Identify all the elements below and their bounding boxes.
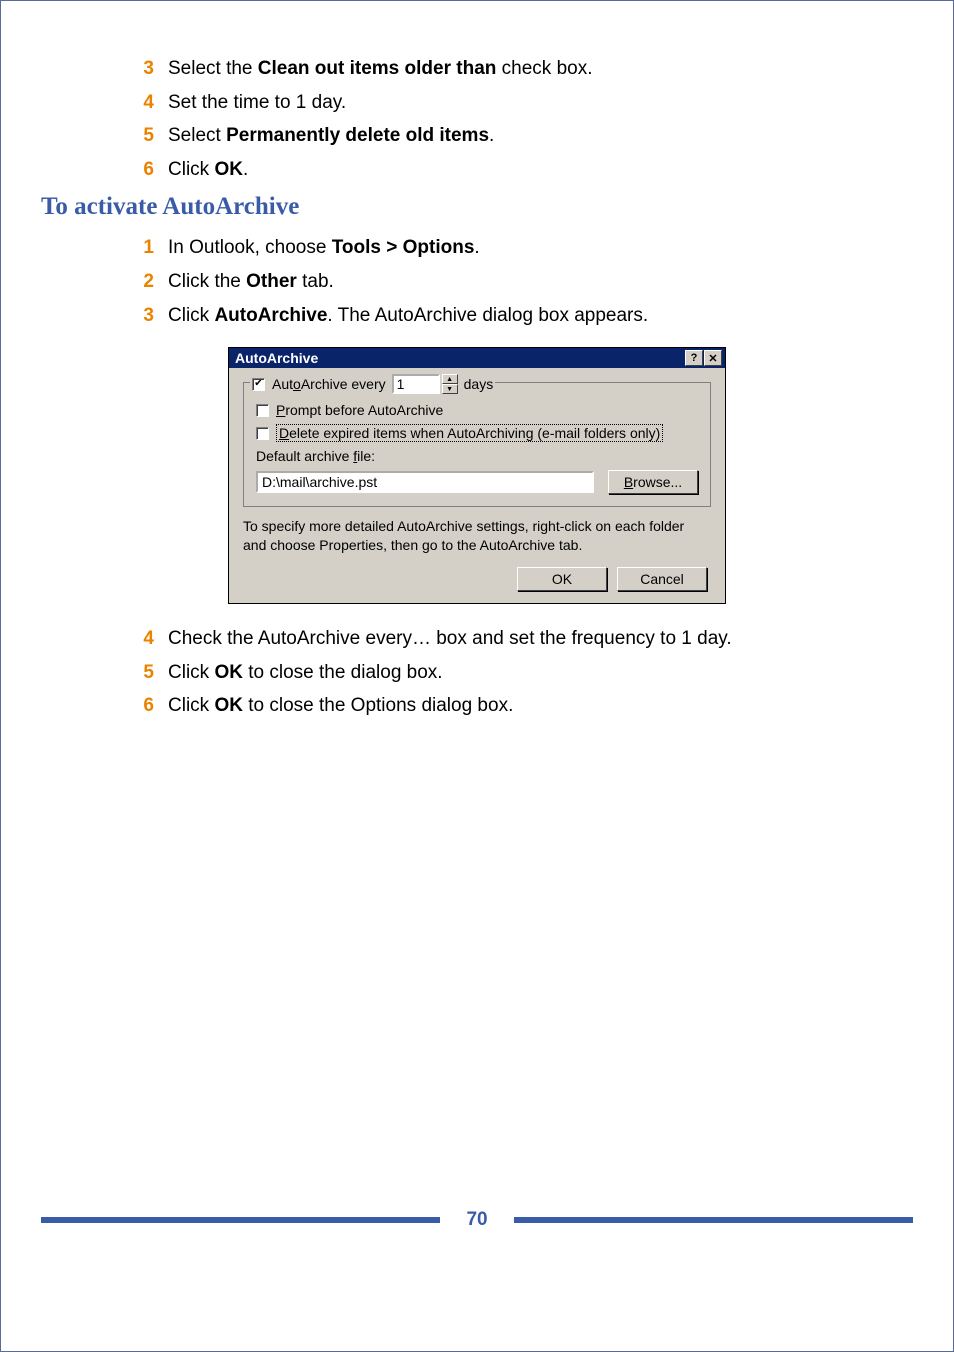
step-text: Select Permanently delete old items. — [168, 123, 494, 150]
step-line: 2 Click the Other tab. — [126, 269, 913, 296]
footer-bar-right — [514, 1217, 913, 1223]
dialog-hint: To specify more detailed AutoArchive set… — [243, 517, 711, 555]
prompt-checkbox[interactable] — [256, 404, 269, 417]
step-number: 3 — [126, 56, 154, 83]
step-text: Click AutoArchive. The AutoArchive dialo… — [168, 303, 648, 330]
ok-button[interactable]: OK — [517, 567, 607, 591]
days-label: days — [464, 376, 494, 392]
step-number: 6 — [126, 157, 154, 184]
days-input[interactable] — [392, 374, 440, 394]
step-number: 1 — [126, 235, 154, 262]
step-number: 3 — [126, 303, 154, 330]
step-line: 3 Select the Clean out items older than … — [126, 56, 913, 83]
step-text: In Outlook, choose Tools > Options. — [168, 235, 480, 262]
footer-bar-left — [41, 1217, 440, 1223]
step-text: Select the Clean out items older than ch… — [168, 56, 592, 83]
step-text: Set the time to 1 day. — [168, 90, 346, 117]
dialog-titlebar: AutoArchive ? ✕ — [229, 348, 725, 368]
step-number: 5 — [126, 660, 154, 687]
step-text: Click OK to close the Options dialog box… — [168, 693, 513, 720]
archive-file-input[interactable] — [256, 471, 594, 493]
delete-expired-checkbox[interactable] — [256, 427, 269, 440]
dialog-title: AutoArchive — [235, 350, 318, 366]
browse-button[interactable]: Browse... — [608, 470, 698, 494]
section-heading: To activate AutoArchive — [41, 193, 913, 221]
step-number: 4 — [126, 626, 154, 653]
autoarchive-dialog: AutoArchive ? ✕ AutoArchive every — [228, 347, 726, 604]
step-number: 2 — [126, 269, 154, 296]
autoarchive-every-label: AutoArchive every — [272, 376, 386, 392]
step-text: Click the Other tab. — [168, 269, 334, 296]
step-text: Click OK to close the dialog box. — [168, 660, 443, 687]
step-number: 4 — [126, 90, 154, 117]
step-line: 5 Select Permanently delete old items. — [126, 123, 913, 150]
step-line: 5 Click OK to close the dialog box. — [126, 660, 913, 687]
default-archive-file-label: Default archive file: — [256, 448, 698, 464]
step-line: 4 Check the AutoArchive every… box and s… — [126, 626, 913, 653]
cancel-button[interactable]: Cancel — [617, 567, 707, 591]
page-number: 70 — [466, 1209, 487, 1231]
step-line: 6 Click OK. — [126, 157, 913, 184]
close-icon[interactable]: ✕ — [704, 350, 722, 366]
help-icon[interactable]: ? — [685, 350, 703, 366]
spin-down-icon[interactable]: ▼ — [442, 384, 458, 394]
prompt-label: Prompt before AutoArchive — [276, 402, 443, 418]
step-text: Check the AutoArchive every… box and set… — [168, 626, 732, 653]
step-number: 6 — [126, 693, 154, 720]
step-line: 4 Set the time to 1 day. — [126, 90, 913, 117]
step-line: 1 In Outlook, choose Tools > Options. — [126, 235, 913, 262]
step-text: Click OK. — [168, 157, 248, 184]
step-line: 3 Click AutoArchive. The AutoArchive dia… — [126, 303, 913, 330]
delete-expired-label: Delete expired items when AutoArchiving … — [276, 424, 663, 442]
page-footer: 70 — [41, 1209, 913, 1231]
spin-up-icon[interactable]: ▲ — [442, 374, 458, 384]
autoarchive-every-checkbox[interactable] — [252, 378, 265, 391]
dialog-group: AutoArchive every ▲ ▼ days — [243, 382, 711, 507]
step-number: 5 — [126, 123, 154, 150]
step-line: 6 Click OK to close the Options dialog b… — [126, 693, 913, 720]
